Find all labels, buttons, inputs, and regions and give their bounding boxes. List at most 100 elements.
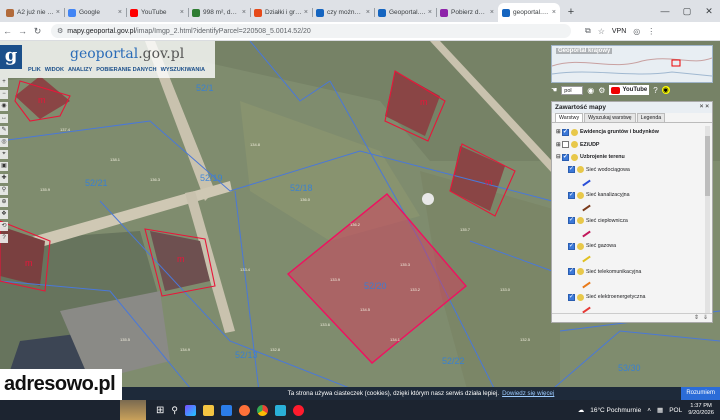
youtube-button[interactable]: YouTube [609, 85, 650, 95]
taskbar-thumbnail[interactable] [120, 400, 146, 420]
map-view[interactable]: 137.4 138.1 135.9 136.3 134.8 136.0 133.9 134… [0, 41, 720, 400]
new-tab-button[interactable]: + [564, 3, 578, 22]
vpn-button[interactable]: VPN [612, 28, 626, 35]
network-icon[interactable]: ▦ [657, 406, 663, 414]
tab-close-icon[interactable]: × [428, 9, 432, 16]
bookmark-star-icon[interactable]: ☆ [598, 27, 605, 36]
gear-icon[interactable]: ⚙ [598, 86, 605, 95]
map-tool-icon[interactable]: ⚲ [0, 186, 8, 195]
site-info-icon[interactable]: ⚙ [57, 27, 63, 35]
tab-close-icon[interactable]: × [56, 9, 60, 16]
browser-tab[interactable]: Pobierz dane - GUG× [436, 3, 498, 22]
copilot-icon[interactable] [184, 404, 196, 416]
layer-item[interactable]: Sieć kanalizacyjna [556, 189, 710, 202]
layer-checkbox[interactable] [568, 267, 575, 276]
layer-checkbox[interactable] [568, 216, 575, 225]
panel-close-icon[interactable]: × × [700, 103, 709, 110]
map-tool-icon[interactable]: ▣ [0, 162, 8, 171]
tab-close-icon[interactable]: × [304, 9, 308, 16]
layer-item[interactable]: Sieć wodociągowa [556, 164, 710, 177]
browser-tab[interactable]: Geoportal.gov.pl× [374, 3, 436, 22]
browser-tab[interactable]: geoportal.gov.pl× [498, 3, 560, 22]
extensions-icon[interactable]: ⧉ [585, 26, 591, 36]
globe-icon[interactable]: ◉ [587, 86, 594, 95]
panel-tab[interactable]: Legenda [636, 113, 666, 122]
layer-checkbox[interactable] [568, 191, 575, 199]
layer-checkbox[interactable] [562, 153, 569, 161]
map-tool-icon[interactable]: ◉ [0, 102, 8, 111]
layer-info-icon[interactable] [571, 128, 578, 136]
map-tool-icon[interactable]: − [0, 90, 8, 99]
map-tool-icon[interactable]: ✎ [0, 126, 8, 135]
panel-tab[interactable]: Wyszukaj warstwę [584, 113, 636, 122]
cookie-accept-button[interactable]: Rozumiem [681, 387, 720, 400]
hand-icon[interactable]: ☚ [551, 86, 557, 94]
layer-select[interactable]: pol [561, 85, 584, 95]
map-tool-icon[interactable]: ↔ [0, 114, 8, 123]
close-window-icon[interactable]: ✕ [698, 0, 720, 22]
maximize-icon[interactable]: ▢ [676, 0, 698, 22]
layer-item[interactable]: ⊟Uzbrojenie terenu [556, 151, 710, 164]
tab-close-icon[interactable]: × [552, 9, 556, 16]
opera-icon[interactable] [292, 404, 304, 416]
map-tool-icon[interactable]: ? [0, 234, 8, 243]
panel-tab[interactable]: Warstwy [555, 113, 584, 122]
browser-tab[interactable]: A2 już nie ma. Właśc× [2, 3, 64, 22]
menu-icon[interactable]: ⋮ [647, 27, 655, 36]
address-bar[interactable]: ⚙ mapy.geoportal.gov.pl /imap/Imgp_2.htm… [51, 24, 571, 38]
browser-tab[interactable]: czy można wykopa× [312, 3, 374, 22]
layer-info-icon[interactable] [577, 293, 584, 301]
geoportal-logo[interactable]: geoportal.gov.pl [70, 46, 184, 62]
layer-checkbox[interactable] [562, 128, 569, 136]
panel-footer-icon[interactable]: ⇓ [703, 314, 708, 322]
language-indicator[interactable]: POL [669, 407, 682, 414]
reload-icon[interactable]: ↻ [30, 26, 45, 37]
map-tool-icon[interactable]: + [0, 78, 8, 87]
browser-tab[interactable]: Działki i grunty - str× [250, 3, 312, 22]
store-icon[interactable] [220, 404, 232, 416]
layer-item[interactable]: Sieć elektroenergetyczna [556, 291, 710, 304]
file-explorer-icon[interactable] [202, 404, 214, 416]
windows-start-icon[interactable]: ⊞ [156, 405, 164, 416]
menu-item[interactable]: ANALIZY [68, 67, 92, 73]
layer-info-icon[interactable] [571, 153, 578, 161]
chrome-icon[interactable] [256, 404, 268, 416]
map-tool-icon[interactable]: ⊕ [0, 198, 8, 207]
weather-text[interactable]: 16°C Pochmurnie [590, 407, 641, 414]
map-tool-icon[interactable]: ❖ [0, 210, 8, 219]
browser-tab[interactable]: Google × [64, 3, 126, 22]
tab-close-icon[interactable]: × [180, 9, 184, 16]
menu-item[interactable]: PLIK [28, 67, 41, 73]
map-tool-icon[interactable]: ✚ [0, 174, 8, 183]
panel-footer-icon[interactable]: ⇕ [694, 314, 699, 322]
cookie-more-link[interactable]: Dowiedz się więcej [502, 390, 554, 397]
layer-checkbox[interactable] [568, 293, 575, 301]
layer-item[interactable]: ⊞ EZiUDP [556, 139, 710, 152]
clock[interactable]: 1:37 PM 9/20/2026 [688, 403, 714, 417]
layer-checkbox[interactable] [568, 165, 575, 174]
back-icon[interactable]: ← [0, 26, 15, 36]
layer-item[interactable]: ⊞Ewidencja gruntów i budynków [556, 126, 710, 139]
map-tool-icon[interactable]: ⟲ [0, 222, 8, 231]
tab-close-icon[interactable]: × [490, 9, 494, 16]
tab-close-icon[interactable]: × [242, 9, 246, 16]
tab-close-icon[interactable]: × [118, 9, 122, 16]
layer-info-icon[interactable] [577, 191, 584, 199]
layer-item[interactable]: Sieć ciepłownicza [556, 215, 710, 228]
search-icon[interactable]: ⚲ [171, 405, 178, 416]
layer-checkbox[interactable] [562, 141, 569, 149]
panel-scrollbar[interactable] [705, 126, 710, 314]
browser-tab[interactable]: 998 m², działka bud× [188, 3, 250, 22]
adresowo-logo[interactable]: adresowo.pl [0, 369, 122, 400]
map-tool-icon[interactable]: ◎ [0, 138, 8, 147]
browser-tab[interactable]: YouTube × [126, 3, 188, 22]
layer-info-icon[interactable] [571, 141, 578, 149]
map-tool-icon[interactable]: ⌖ [0, 150, 8, 159]
layer-info-icon[interactable] [577, 217, 584, 225]
tray-up-icon[interactable]: ˄ [647, 407, 651, 414]
menu-item[interactable]: WIDOK [45, 67, 64, 73]
layer-item[interactable]: Sieć telekomunikacyjna [556, 266, 710, 279]
overview-map[interactable]: Geoportal krajowy [551, 45, 713, 83]
firefox-icon[interactable] [238, 404, 250, 416]
app-icon[interactable] [274, 404, 286, 416]
